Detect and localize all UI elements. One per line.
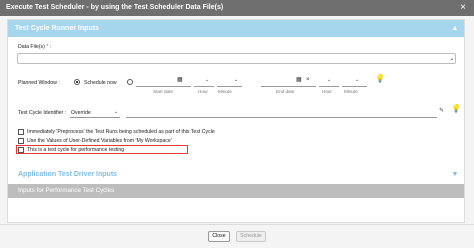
dialog-footer: Close Schedule [0,224,474,248]
start-hour-select[interactable] [194,86,214,87]
schedule-button[interactable]: Schedule [236,231,266,242]
start-date-field[interactable] [136,86,191,87]
clear-icon[interactable]: × [306,77,310,83]
end-hour-select[interactable] [319,86,339,87]
start-hour-label: Hour [198,89,208,94]
performance-testing-label: This is a test cycle for performance tes… [27,147,125,153]
dialog-title: Execute Test Scheduler - by using the Te… [0,0,474,16]
test-cycle-identifier-label: Test Cycle Identifier : [18,110,67,116]
schedule-now-label: Schedule now [84,80,117,86]
identifier-input[interactable] [126,117,437,118]
start-date-label: Start date [153,89,173,94]
driver-inputs-title: Application Test Driver Inputs [18,171,118,178]
chevron-up-icon[interactable]: ▲ [450,24,460,34]
close-button[interactable]: Close [208,231,230,242]
dialog-body: Test Cycle Runner Inputs ▲ Data File(s) … [7,19,465,223]
execute-test-scheduler-dialog: Execute Test Scheduler - by using the Te… [0,0,474,248]
identifier-mode-value: Override [71,110,91,116]
end-minute-select[interactable] [342,86,367,87]
runner-inputs-title: Test Cycle Runner Inputs [15,25,99,32]
preprocess-label: Immediately 'Preprocess' the Test Runs b… [27,129,215,135]
calendar-icon[interactable]: ▦ [296,77,302,83]
use-workspace-variables-label: Use the Values of User-Defined Variables… [27,138,172,144]
end-date-label: End date [276,89,295,94]
eraser-icon[interactable]: ✎ [439,108,444,114]
calendar-icon[interactable]: ▦ [177,77,183,83]
start-minute-select[interactable] [217,86,242,87]
close-icon[interactable]: × [458,0,468,16]
use-workspace-variables-checkbox[interactable] [18,138,24,144]
perf-inputs-title: Inputs for Performance Test Cycles [18,187,115,194]
schedule-now-radio[interactable] [74,79,80,85]
end-minute-label: Minute [344,89,358,94]
driver-inputs-section-header[interactable]: Application Test Driver Inputs ▼ [8,166,464,183]
chevron-down-icon: ⌄ [234,77,239,83]
start-minute-label: Minute [218,89,232,94]
planned-window-label: Planned Window : [18,80,60,86]
performance-testing-checkbox[interactable] [18,147,24,153]
chevron-down-icon: ⌄ [449,56,455,62]
chevron-down-icon[interactable]: ▼ [450,170,460,180]
chevron-down-icon: ⌄ [114,109,119,115]
data-files-select[interactable]: ⌄ [17,53,456,64]
required-mark: * [46,44,49,50]
chevron-down-icon: ⌄ [327,77,332,83]
end-hour-label: Hour [322,89,332,94]
data-files-label: Data File(s) * : [18,44,52,50]
identifier-mode-select[interactable] [70,117,120,118]
lightbulb-icon[interactable]: 💡 [375,75,385,83]
chevron-down-icon: ⌄ [205,77,210,83]
chevron-down-icon: ⌄ [355,77,360,83]
data-files-label-text: Data File(s) [18,44,45,50]
end-date-field[interactable] [261,86,316,87]
preprocess-checkbox[interactable] [18,129,24,135]
schedule-window-radio[interactable] [127,79,133,85]
runner-inputs-section-header[interactable]: Test Cycle Runner Inputs ▲ [8,20,464,37]
lightbulb-icon[interactable]: 💡 [451,105,461,113]
perf-inputs-section-header[interactable]: Inputs for Performance Test Cycles [8,184,464,198]
